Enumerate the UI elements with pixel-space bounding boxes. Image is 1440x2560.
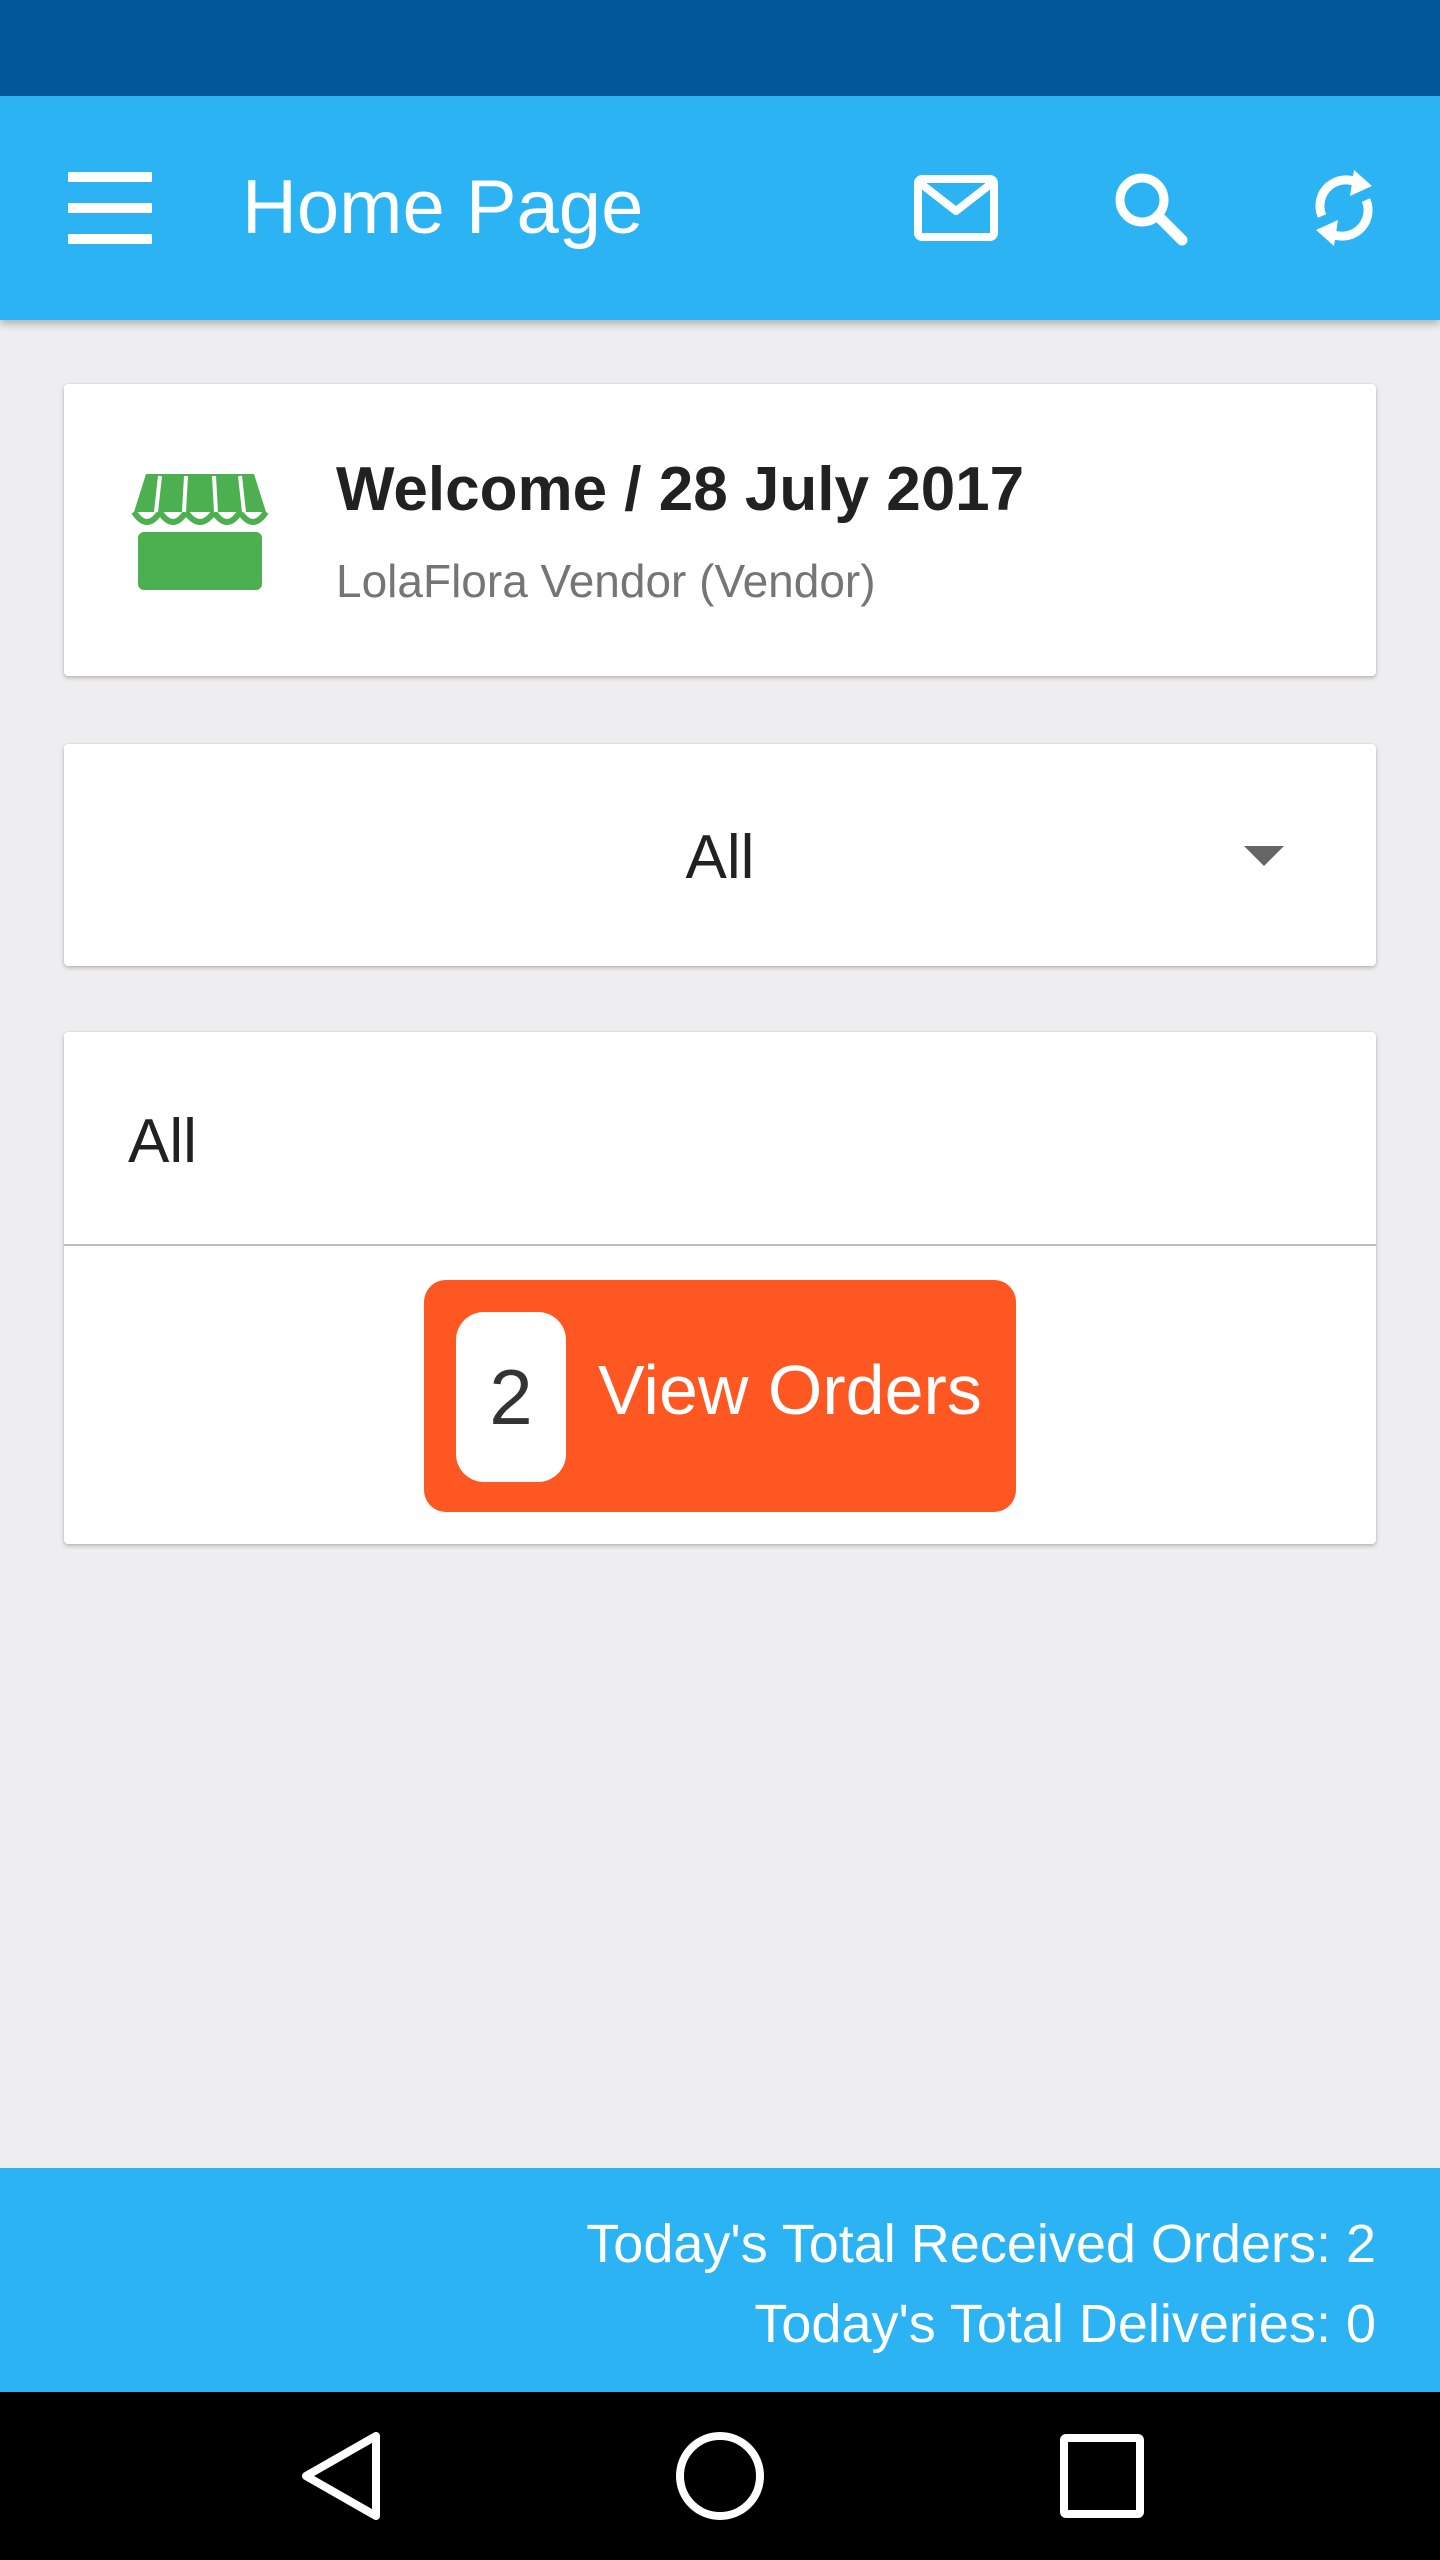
- order-count-badge: 2: [456, 1312, 566, 1482]
- filter-selected-value: All: [685, 823, 755, 892]
- system-nav-bar: [0, 2392, 1440, 2560]
- search-icon[interactable]: [1094, 152, 1206, 264]
- page-title: Home Page: [242, 165, 644, 250]
- view-orders-label: View Orders: [598, 1351, 982, 1429]
- mail-icon[interactable]: [900, 152, 1012, 264]
- welcome-title: Welcome / 28 July 2017: [336, 455, 1025, 524]
- divider: [64, 1244, 1376, 1246]
- orders-category-label: All: [128, 1107, 197, 1176]
- orders-card: All 2 View Orders: [64, 1032, 1376, 1544]
- store-icon: [131, 474, 269, 590]
- view-orders-button[interactable]: 2 View Orders: [424, 1280, 1016, 1512]
- recent-apps-icon[interactable]: [1042, 2416, 1162, 2536]
- total-received-orders: Today's Total Received Orders: 2: [586, 2214, 1376, 2274]
- home-icon[interactable]: [660, 2416, 780, 2536]
- app-bar: Home Page: [0, 96, 1440, 320]
- summary-footer: Today's Total Received Orders: 2 Today's…: [0, 2168, 1440, 2392]
- filter-dropdown[interactable]: All: [64, 744, 1376, 966]
- status-bar: [0, 0, 1440, 96]
- refresh-icon[interactable]: [1288, 152, 1400, 264]
- chevron-down-icon[interactable]: [1244, 846, 1284, 866]
- back-icon[interactable]: [280, 2416, 400, 2536]
- welcome-card: Welcome / 28 July 2017 LolaFlora Vendor …: [64, 384, 1376, 676]
- total-deliveries: Today's Total Deliveries: 0: [754, 2294, 1376, 2354]
- menu-icon[interactable]: [64, 164, 156, 252]
- vendor-name: LolaFlora Vendor (Vendor): [336, 555, 876, 607]
